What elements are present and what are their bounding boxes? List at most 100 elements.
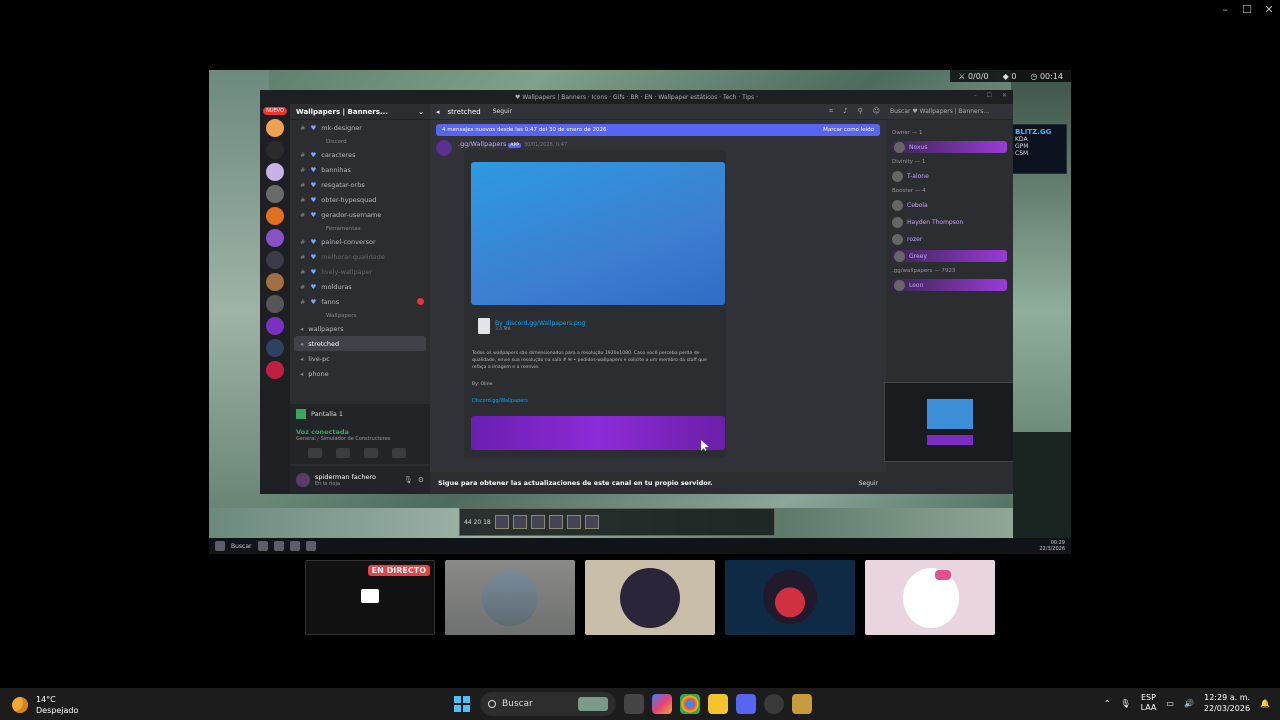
minimize-button[interactable]: –	[1214, 0, 1236, 18]
channel-item[interactable]: # ♥ melhorar-qualidade	[290, 249, 430, 264]
user-panel[interactable]: spiderman fachero En la rioja 🎙 ⚙	[290, 466, 430, 494]
follow-button[interactable]: Seguir	[493, 108, 512, 115]
discord-window[interactable]: ♥ Wallpapers | Banners · Icons · Gifs · …	[260, 90, 1013, 494]
pin-icon[interactable]: ⚲	[858, 107, 863, 116]
server-icon[interactable]	[266, 185, 284, 203]
chevron-down-icon[interactable]: ⌄	[418, 108, 424, 116]
microphone-icon[interactable]: 🎙	[404, 476, 413, 484]
server-icon[interactable]	[266, 207, 284, 225]
camera-off-icon[interactable]	[308, 448, 322, 458]
wallpaper-image[interactable]	[471, 162, 725, 305]
wallpaper-image[interactable]	[471, 416, 725, 450]
message-author[interactable]: .gg/Wallpapers APP 30/01/2026, 0:47	[458, 140, 567, 148]
server-icon[interactable]	[266, 273, 284, 291]
task-view-icon[interactable]	[624, 694, 644, 714]
file-explorer-icon[interactable]	[708, 694, 728, 714]
language-indicator[interactable]: ESP LAA	[1141, 693, 1157, 713]
chevron-up-icon[interactable]: ⌃	[1104, 699, 1111, 708]
channel-item[interactable]: ◂ wallpapers	[290, 321, 430, 336]
channel-item[interactable]: # ♥ bannihas	[290, 162, 430, 177]
participant-tile-stream[interactable]: EN DIRECTO	[305, 560, 435, 635]
members-icon[interactable]: ☺	[873, 107, 880, 116]
mark-read-button[interactable]: Marcar como leído	[823, 127, 874, 133]
server-icon[interactable]	[266, 295, 284, 313]
member-item[interactable]: Hayden Thompson	[892, 216, 1007, 228]
channel-item[interactable]: # ♥ obter-hypesquad	[290, 192, 430, 207]
voice-channel[interactable]: General / Simulador de Constructores	[296, 436, 424, 442]
channel-category[interactable]: Wallpapers	[290, 309, 430, 321]
channel-category[interactable]: Discord	[290, 135, 430, 147]
notification-bell-icon[interactable]: 🔔	[1260, 699, 1270, 708]
activities-icon[interactable]	[364, 448, 378, 458]
channel-item[interactable]: # ♥ mk-designer	[290, 120, 430, 135]
new-messages-banner[interactable]: 4 mensajes nuevos desde las 0:47 del 30 …	[436, 124, 880, 136]
clock[interactable]: 12:29 a. m. 22/03/2026	[1204, 692, 1250, 714]
channel-item[interactable]: # ♥ fanns	[290, 294, 430, 309]
bell-icon[interactable]: ♪	[843, 107, 847, 116]
close-icon[interactable]: ✕	[1002, 92, 1007, 99]
file-name[interactable]: By_discord.gg/Wallpapers.png	[495, 320, 585, 327]
channel-name: caracteres	[321, 150, 356, 159]
server-icon[interactable]	[266, 317, 284, 335]
channel-item[interactable]: # ♥ lively-wallpaper	[290, 264, 430, 279]
avatar[interactable]	[436, 140, 452, 156]
close-button[interactable]: ✕	[1258, 0, 1280, 18]
channel-item[interactable]: ◂ live-pc	[290, 351, 430, 366]
server-icon[interactable]	[266, 119, 284, 137]
threads-icon[interactable]: ⌗	[829, 107, 833, 116]
hash-icon: #	[300, 150, 306, 159]
server-header[interactable]: Wallpapers | Banners... ⌄	[290, 104, 430, 120]
screen-share-panel[interactable]: Pantalla 1	[290, 404, 430, 424]
channel-item[interactable]: # ♥ painel-conversor	[290, 234, 430, 249]
member-item[interactable]: Cebola	[892, 199, 1007, 211]
start-button[interactable]	[452, 694, 472, 714]
member-item[interactable]: Greey	[892, 250, 1007, 262]
server-icon[interactable]	[266, 361, 284, 379]
maximize-button[interactable]: ☐	[1236, 0, 1258, 18]
channel-item[interactable]: # ♥ molduras	[290, 279, 430, 294]
server-icon[interactable]	[266, 141, 284, 159]
date: 22/03/2026	[1203, 704, 1251, 713]
channel-item[interactable]: # ♥ gerador-username	[290, 207, 430, 222]
minimize-icon[interactable]: –	[974, 92, 977, 99]
server-icon[interactable]	[266, 229, 284, 247]
server-icon[interactable]	[266, 163, 284, 181]
channel-item[interactable]: ◂ phone	[290, 366, 430, 381]
share-screen-icon[interactable]	[336, 448, 350, 458]
invite-link[interactable]: Discord.gg/Wallpapers	[472, 398, 528, 404]
maximize-icon[interactable]: ☐	[987, 92, 992, 99]
participant-tile[interactable]	[865, 560, 995, 635]
file-attachment[interactable]: By_discord.gg/Wallpapers.png 3.4 MB	[478, 318, 585, 334]
soundboard-icon[interactable]	[392, 448, 406, 458]
server-icon[interactable]	[266, 251, 284, 269]
channel-header: ◂ stretched Seguir ⌗ ♪ ⚲ ☺	[430, 104, 886, 120]
member-item[interactable]: rozer	[892, 233, 1007, 245]
participant-tile[interactable]	[585, 560, 715, 635]
member-item[interactable]: T-alone	[892, 170, 1007, 182]
app-icon[interactable]	[764, 694, 784, 714]
display-icon[interactable]: ▭	[1166, 699, 1174, 708]
avatar[interactable]	[296, 473, 310, 487]
channel-item[interactable]: # ♥ resgatar-orbs	[290, 177, 430, 192]
picture-in-picture-preview[interactable]	[884, 382, 1013, 462]
server-icon[interactable]	[266, 339, 284, 357]
speaker-icon[interactable]: 🔊	[1184, 699, 1194, 708]
microphone-icon[interactable]: 🎙	[1120, 699, 1130, 708]
search-input[interactable]: Buscar ♥ Wallpapers | Banners...	[886, 104, 1013, 120]
stream-view[interactable]: ⚔ 0/0/0 ◆ 0 ◷ 00:14 BLITZ.GG KDA GPM CSM…	[209, 70, 1071, 554]
channel-category[interactable]: Ferramentas	[290, 222, 430, 234]
league-icon[interactable]	[792, 694, 812, 714]
gear-icon[interactable]: ⚙	[418, 476, 424, 484]
follow-bar-button[interactable]: Seguir	[859, 480, 878, 487]
taskbar-search[interactable]: Buscar	[480, 692, 616, 716]
member-item[interactable]: Leon	[892, 279, 1007, 291]
participant-tile[interactable]	[725, 560, 855, 635]
copilot-icon[interactable]	[652, 694, 672, 714]
weather-widget[interactable]: 14°C Despejado	[12, 694, 78, 716]
chrome-icon[interactable]	[680, 694, 700, 714]
channel-item-active[interactable]: ◂ stretched	[294, 336, 426, 351]
participant-tile[interactable]	[445, 560, 575, 635]
discord-icon[interactable]	[736, 694, 756, 714]
channel-item[interactable]: # ♥ caracteres	[290, 147, 430, 162]
member-item[interactable]: Noxus	[892, 141, 1007, 153]
